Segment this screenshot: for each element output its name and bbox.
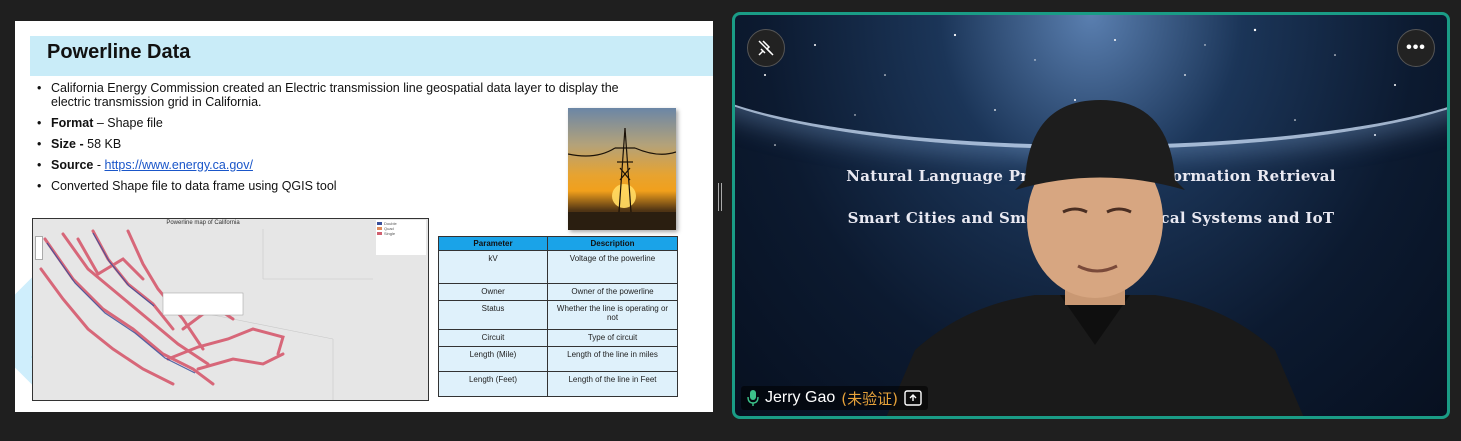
table-cell-desc: Length of the line in miles	[547, 346, 678, 372]
powerline-map[interactable]: Powerline map of California Double Quad …	[32, 218, 429, 401]
bullet-item: Converted Shape file to data frame using…	[37, 179, 657, 193]
table-cell-param: Circuit	[438, 329, 548, 347]
participant-video-tile[interactable]: Natural Language Processing and Informat…	[732, 12, 1450, 419]
table-row: Length (Feet) Length of the line in Feet	[438, 371, 678, 397]
panel-resize-handle[interactable]	[717, 183, 723, 211]
bullet-separator: -	[93, 158, 105, 172]
transmission-tower-photo	[567, 108, 677, 230]
unverified-label: (未验证)	[841, 389, 898, 408]
bullet-text: California Energy Commission created an …	[51, 81, 619, 109]
bullet-value: 58 KB	[87, 137, 122, 151]
shared-slide: Powerline Data California Energy Commiss…	[15, 21, 713, 412]
source-link[interactable]: https://www.energy.ca.gov/	[105, 158, 253, 172]
participant-name: Jerry Gao	[765, 389, 836, 406]
more-options-button[interactable]: •••	[1397, 29, 1435, 67]
table-header: Parameter	[438, 236, 548, 251]
bullet-item: Format – Shape file	[37, 116, 657, 130]
microphone-icon	[747, 390, 759, 406]
table-cell-desc: Type of circuit	[547, 329, 678, 347]
unpin-button[interactable]	[747, 29, 785, 67]
parameter-table: Parameter Description kV Voltage of the …	[438, 236, 678, 397]
bullet-item: California Energy Commission created an …	[37, 81, 657, 109]
legend-label: Single	[384, 231, 396, 236]
slide-title: Powerline Data	[47, 41, 191, 63]
table-row: Owner Owner of the powerline	[438, 283, 678, 301]
legend-item: Single	[377, 231, 425, 236]
table-cell-desc: Length of the line in Feet	[547, 371, 678, 397]
table-cell-param: Length (Mile)	[438, 346, 548, 372]
table-row: Circuit Type of circuit	[438, 329, 678, 347]
table-cell-param: kV	[438, 250, 548, 284]
bullet-item: Size - 58 KB	[37, 137, 657, 151]
table-cell-desc: Owner of the powerline	[547, 283, 678, 301]
share-screen-icon	[904, 390, 922, 406]
bullet-label: Source	[51, 158, 94, 172]
table-cell-param: Length (Feet)	[438, 371, 548, 397]
table-row: Status Whether the line is operating or …	[438, 300, 678, 330]
bullet-text: Converted Shape file to data frame using…	[51, 179, 337, 193]
bullet-list: California Energy Commission created an …	[37, 81, 657, 200]
bullet-item: Source - https://www.energy.ca.gov/	[37, 158, 657, 172]
table-header: Description	[547, 236, 678, 251]
map-legend: Double Quad Single	[376, 220, 426, 255]
table-row: Length (Mile) Length of the line in mile…	[438, 346, 678, 372]
bullet-value: – Shape file	[93, 116, 163, 130]
unpin-icon	[758, 40, 774, 56]
table-cell-desc: Voltage of the powerline	[547, 250, 678, 284]
participant-name-bar: Jerry Gao (未验证)	[741, 386, 928, 410]
table-cell-desc: Whether the line is operating or not	[547, 300, 678, 330]
table-cell-param: Owner	[438, 283, 548, 301]
participant-figure	[886, 100, 1304, 416]
bullet-label: Size -	[51, 137, 88, 151]
table-row: kV Voltage of the powerline	[438, 250, 678, 284]
more-options-icon: •••	[1406, 39, 1426, 56]
bullet-label: Format	[51, 116, 94, 130]
table-cell-param: Status	[438, 300, 548, 330]
